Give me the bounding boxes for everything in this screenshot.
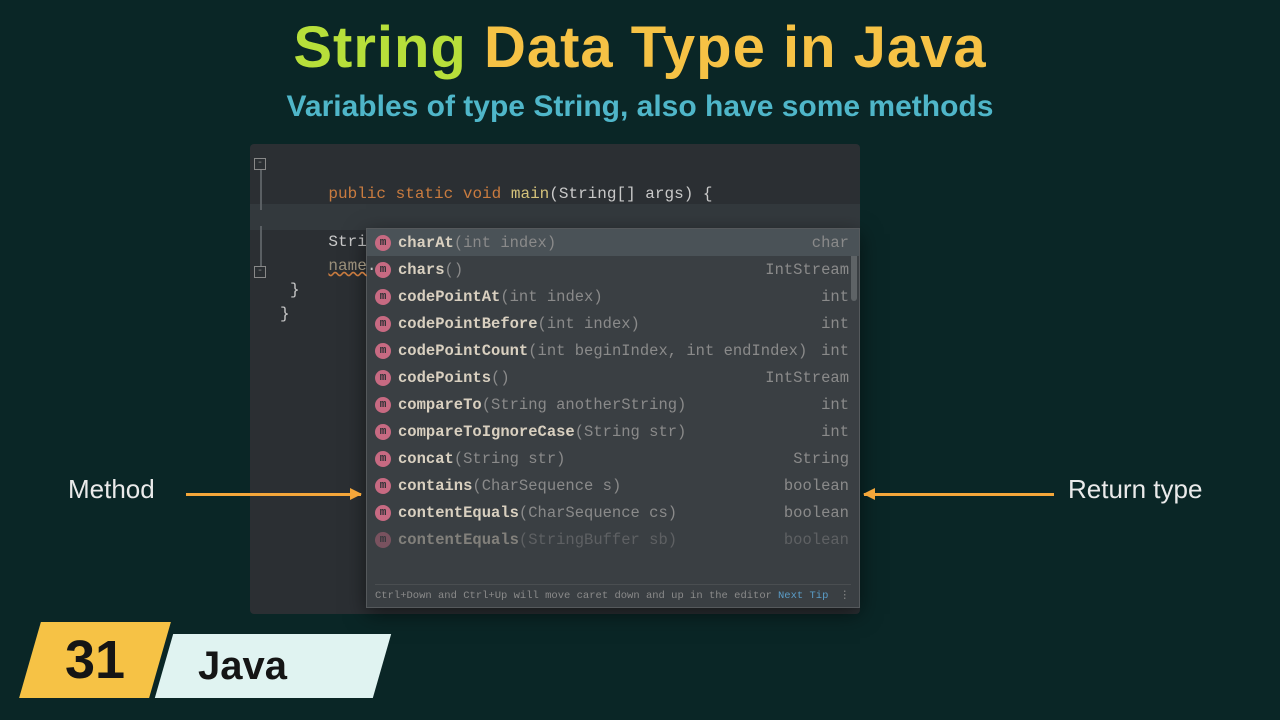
method-return-type: char — [812, 234, 849, 252]
language-name: Java — [164, 634, 382, 698]
autocomplete-item[interactable]: m compareToIgnoreCase(String str) int — [367, 418, 859, 445]
method-name: compareToIgnoreCase — [398, 423, 575, 441]
method-params: (String str) — [575, 423, 687, 441]
method-icon: m — [375, 532, 391, 548]
method-params: (String anotherString) — [482, 396, 687, 414]
language-badge: Java — [155, 634, 391, 698]
method-name: codePoints — [398, 369, 491, 387]
method-params: (String str) — [454, 450, 566, 468]
method-icon: m — [375, 451, 391, 467]
method-icon: m — [375, 235, 391, 251]
method-icon: m — [375, 370, 391, 386]
method-return-type: int — [821, 342, 849, 360]
method-name: codePointBefore — [398, 315, 538, 333]
autocomplete-item[interactable]: m codePointBefore(int index) int — [367, 310, 859, 337]
method-return-type: boolean — [784, 531, 849, 549]
lesson-number-badge: 31 — [19, 622, 171, 698]
autocomplete-item[interactable]: m contentEquals(CharSequence cs) boolean — [367, 499, 859, 526]
method-name: concat — [398, 450, 454, 468]
method-params: (CharSequence cs) — [519, 504, 677, 522]
label-return-type: Return type — [1068, 474, 1202, 505]
title-rest: Data Type in Java — [467, 15, 987, 80]
method-params: () — [491, 369, 510, 387]
method-return-type: IntStream — [765, 369, 849, 387]
method-params: (int index) — [538, 315, 640, 333]
method-return-type: boolean — [784, 477, 849, 495]
autocomplete-popup[interactable]: mcharAt(int index)charmchars()IntStreamm… — [366, 228, 860, 608]
popup-more-icon[interactable]: ⋮ — [840, 589, 852, 602]
autocomplete-item[interactable]: m compareTo(String anotherString) int — [367, 391, 859, 418]
slide-subtitle: Variables of type String, also have some… — [0, 90, 1280, 124]
autocomplete-item[interactable]: mconcat(String str) String — [367, 445, 859, 472]
autocomplete-item[interactable]: m contains(CharSequence s) boolean — [367, 472, 859, 499]
code-line-3: name. — [290, 254, 850, 278]
method-name: contentEquals — [398, 504, 519, 522]
arrow-return-type — [864, 493, 1054, 496]
method-icon: m — [375, 316, 391, 332]
method-params: (int beginIndex, int endIndex) — [528, 342, 807, 360]
method-name: codePointAt — [398, 288, 500, 306]
method-return-type: int — [821, 315, 849, 333]
method-name: codePointCount — [398, 342, 528, 360]
method-return-type: int — [821, 423, 849, 441]
slide-title: String Data Type in Java — [0, 14, 1280, 81]
method-name: compareTo — [398, 396, 482, 414]
autocomplete-item[interactable]: m contentEquals(StringBuffer sb) boolean — [367, 526, 859, 553]
method-return-type: int — [821, 288, 849, 306]
popup-hint-bar: Ctrl+Down and Ctrl+Up will move caret do… — [375, 584, 851, 606]
method-params: (CharSequence s) — [472, 477, 621, 495]
fold-gutter: - - — [254, 166, 268, 286]
autocomplete-item[interactable]: m codePoints() IntStream — [367, 364, 859, 391]
label-method: Method — [68, 474, 155, 505]
method-name: contains — [398, 477, 472, 495]
lesson-number: 31 — [30, 622, 160, 698]
title-highlight: String — [293, 15, 467, 80]
arrow-method — [186, 493, 361, 496]
method-name: charAt — [398, 234, 454, 252]
autocomplete-item[interactable]: m codePointCount(int beginIndex, int endI… — [367, 337, 859, 364]
method-icon: m — [375, 478, 391, 494]
autocomplete-item[interactable]: mcharAt(int index) char — [367, 229, 859, 256]
popup-hint-text: Ctrl+Down and Ctrl+Up will move caret do… — [375, 590, 772, 602]
method-name: contentEquals — [398, 531, 519, 549]
method-params: (StringBuffer sb) — [519, 531, 677, 549]
popup-hint-link[interactable]: Next Tip — [778, 590, 828, 602]
method-return-type: String — [793, 450, 849, 468]
current-line-highlight — [250, 204, 860, 230]
method-icon: m — [375, 343, 391, 359]
method-return-type: boolean — [784, 504, 849, 522]
method-icon: m — [375, 397, 391, 413]
method-icon: m — [375, 505, 391, 521]
autocomplete-item[interactable]: m codePointAt(int index) int — [367, 283, 859, 310]
method-params: (int index) — [454, 234, 556, 252]
method-icon: m — [375, 424, 391, 440]
method-params: (int index) — [500, 288, 602, 306]
method-icon: m — [375, 289, 391, 305]
method-return-type: int — [821, 396, 849, 414]
